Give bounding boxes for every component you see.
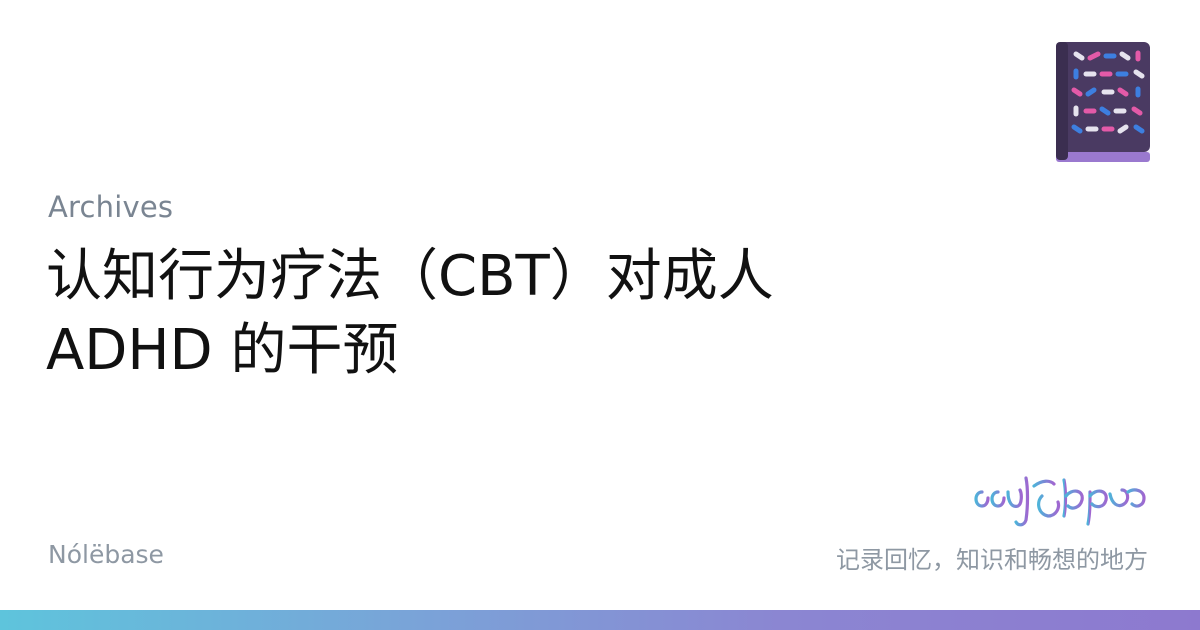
page-title: 认知行为疗法（CBT）对成人 ADHD 的干预 <box>46 244 774 383</box>
category-label: Archives <box>48 190 174 224</box>
og-card: Archives 认知行为疗法（CBT）对成人 ADHD 的干预 Nólëbas… <box>0 0 1200 630</box>
book-icon <box>1056 42 1150 162</box>
tengwar-script-logo <box>974 476 1146 527</box>
gradient-bar <box>0 610 1200 630</box>
site-tagline: 记录回忆，知识和畅想的地方 <box>836 546 1148 574</box>
site-name: Nólëbase <box>48 540 164 569</box>
